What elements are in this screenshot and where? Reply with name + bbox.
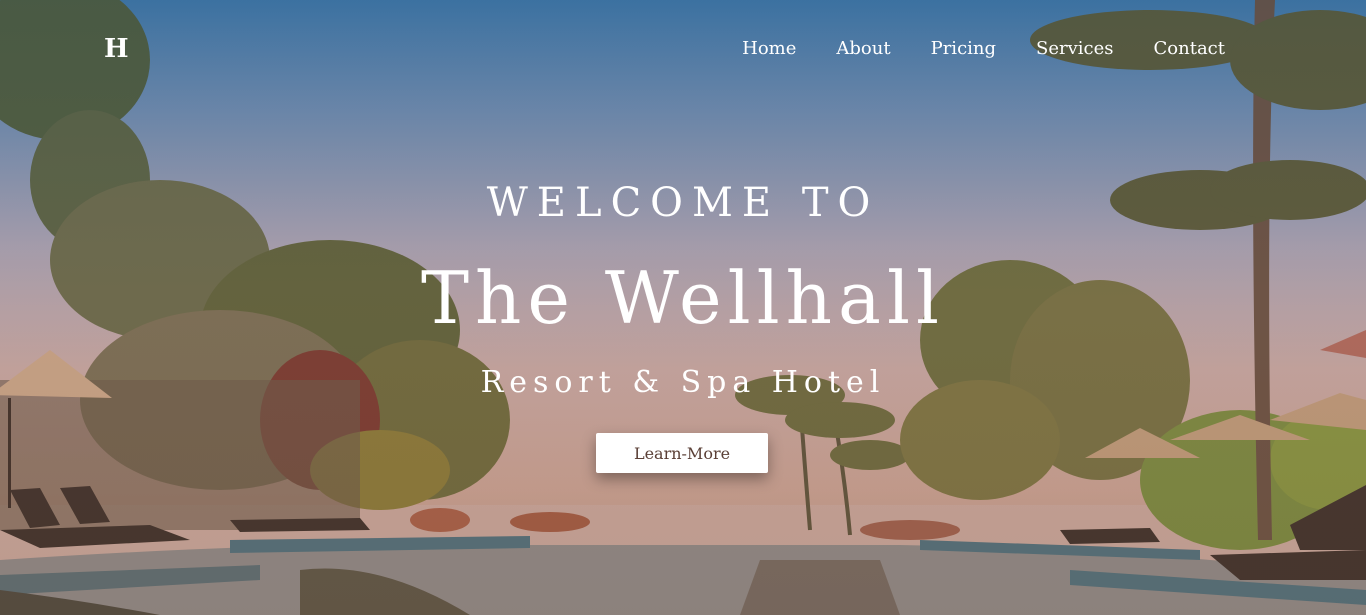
learn-more-button[interactable]: Learn-More xyxy=(596,433,768,473)
nav-services[interactable]: Services xyxy=(1036,38,1113,59)
nav-pricing[interactable]: Pricing xyxy=(931,38,996,59)
hero-welcome: WELCOME TO xyxy=(486,180,880,226)
nav-contact[interactable]: Contact xyxy=(1154,38,1225,59)
nav-about[interactable]: About xyxy=(836,38,890,59)
hero-subtitle: Resort & Spa Hotel xyxy=(480,365,886,400)
main-nav: Home About Pricing Services Contact xyxy=(742,38,1225,59)
hero-section: H Home About Pricing Services Contact WE… xyxy=(0,0,1366,615)
hero-title: The Wellhall xyxy=(420,256,946,340)
nav-home[interactable]: Home xyxy=(742,38,796,59)
site-logo[interactable]: H xyxy=(104,34,129,64)
